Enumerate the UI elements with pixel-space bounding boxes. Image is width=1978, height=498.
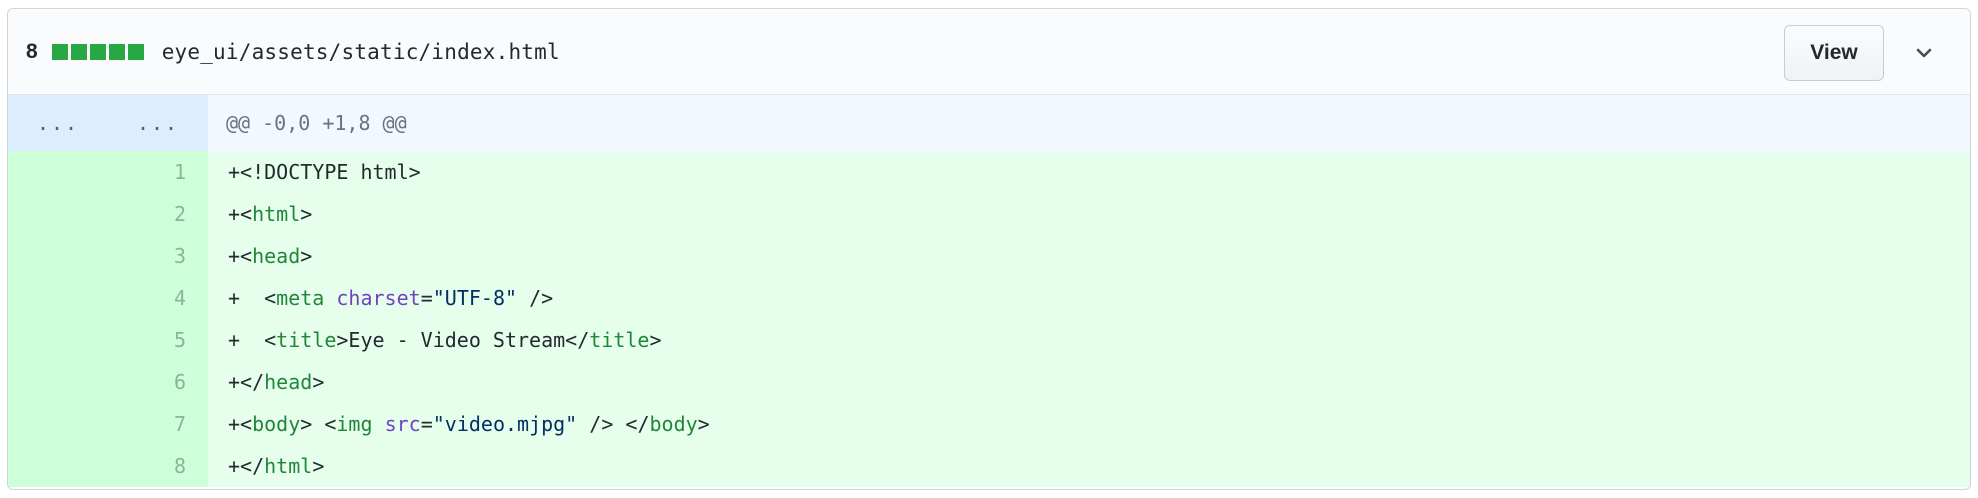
code-token: < <box>240 412 253 436</box>
code-line: + < head > <box>208 235 1970 277</box>
diff-line-row: 8 + </html > <box>8 445 1970 487</box>
code-token: src <box>384 412 421 436</box>
code-token: > <box>312 370 325 394</box>
code-token: < <box>240 244 253 268</box>
code-token: body <box>252 412 301 436</box>
code-line: + <!DOCTYPE html> <box>208 151 1970 193</box>
code-token: <!DOCTYPE html> <box>240 160 421 184</box>
diff-line-row: 2 + < html > <box>8 193 1970 235</box>
diff-table: ... ... @@ -0,0 +1,8 @@ 1 + <!DOCTYPE html… <box>8 95 1970 487</box>
diffstat-block <box>127 43 144 60</box>
diff-marker: + <box>228 160 241 184</box>
code-token: = <box>420 286 433 310</box>
code-token: </ <box>240 370 265 394</box>
new-line-number[interactable]: 7 <box>108 403 208 445</box>
new-line-number[interactable]: 1 <box>108 151 208 193</box>
diff-file: 8 eye_ui/assets/static/index.html View .… <box>7 8 1971 490</box>
code-token: meta <box>276 286 325 310</box>
code-line: + < html > <box>208 193 1970 235</box>
code-token: /> </ <box>577 412 650 436</box>
code-token: < <box>240 328 277 352</box>
new-line-number[interactable]: 8 <box>108 445 208 487</box>
code-token: > <box>312 454 325 478</box>
diffstat-block <box>89 43 106 60</box>
diff-line-row: 4 + < meta charset = "UTF-8" /> <box>8 277 1970 319</box>
old-line-number[interactable] <box>8 235 108 277</box>
old-line-number[interactable] <box>8 361 108 403</box>
file-header: 8 eye_ui/assets/static/index.html View <box>8 9 1970 95</box>
diff-marker: + <box>228 370 241 394</box>
old-line-number[interactable] <box>8 193 108 235</box>
hunk-header-row: ... ... @@ -0,0 +1,8 @@ <box>8 95 1970 151</box>
diffstat-block <box>108 43 125 60</box>
code-token: head <box>252 244 301 268</box>
chevron-down-icon <box>1916 48 1932 58</box>
code-token: title <box>276 328 337 352</box>
new-line-number[interactable]: 6 <box>108 361 208 403</box>
diff-marker: + <box>228 244 241 268</box>
code-token: > <box>649 328 662 352</box>
old-line-number[interactable] <box>8 319 108 361</box>
new-line-number[interactable]: 3 <box>108 235 208 277</box>
old-line-number[interactable] <box>8 403 108 445</box>
code-token: "video.mjpg" <box>432 412 578 436</box>
code-token: html <box>252 202 301 226</box>
expand-down-marker[interactable]: ... <box>108 95 208 151</box>
new-line-number[interactable]: 4 <box>108 277 208 319</box>
code-token: < <box>240 202 253 226</box>
code-token: charset <box>336 286 421 310</box>
diff-line-row: 7 + < body > < img src = "video.mjpg" /> </body… <box>8 403 1970 445</box>
code-token: img <box>336 412 373 436</box>
diff-marker: + <box>228 286 241 310</box>
diffstat-count: 8 <box>26 39 38 63</box>
code-line: + < meta charset = "UTF-8" /> <box>208 277 1970 319</box>
new-line-number[interactable]: 5 <box>108 319 208 361</box>
code-token: > <box>697 412 710 436</box>
code-token: > < <box>300 412 337 436</box>
code-token: < <box>240 286 277 310</box>
diff-line-row: 5 + < title >Eye - Video Stream</title > <box>8 319 1970 361</box>
diff-line-row: 1 + <!DOCTYPE html> <box>8 151 1970 193</box>
view-file-button[interactable]: View <box>1784 25 1884 81</box>
diff-line-row: 3 + < head > <box>8 235 1970 277</box>
old-line-number[interactable] <box>8 445 108 487</box>
code-line: + < title >Eye - Video Stream</title > <box>208 319 1970 361</box>
new-line-number[interactable]: 2 <box>108 193 208 235</box>
code-token: title <box>589 328 650 352</box>
hunk-header: @@ -0,0 +1,8 @@ <box>226 111 407 135</box>
code-token: >Eye - Video Stream</ <box>336 328 590 352</box>
diffstat-block <box>51 43 68 60</box>
expand-up-marker[interactable]: ... <box>8 95 108 151</box>
code-token: "UTF-8" <box>432 286 518 310</box>
code-token: /> <box>517 286 554 310</box>
diff-marker: + <box>228 328 241 352</box>
code-token: html <box>264 454 313 478</box>
diff-marker: + <box>228 202 241 226</box>
diff-marker: + <box>228 412 241 436</box>
code-line: + </head > <box>208 361 1970 403</box>
diff-lines: 1 + <!DOCTYPE html> 2 + < html >3 + < head >4 + < met… <box>8 151 1970 487</box>
code-token: = <box>420 412 433 436</box>
file-path[interactable]: eye_ui/assets/static/index.html <box>162 40 560 64</box>
diff-line-row: 6 + </head > <box>8 361 1970 403</box>
code-line: + </html > <box>208 445 1970 487</box>
code-line: + < body > < img src = "video.mjpg" /> </body > <box>208 403 1970 445</box>
collapse-toggle-button[interactable] <box>1904 33 1944 73</box>
code-token: body <box>649 412 698 436</box>
code-token: </ <box>240 454 265 478</box>
code-token: head <box>264 370 313 394</box>
old-line-number[interactable] <box>8 277 108 319</box>
diffstat-bar <box>51 43 144 60</box>
diffstat-block <box>70 43 87 60</box>
code-token: > <box>300 202 313 226</box>
code-token: > <box>300 244 313 268</box>
diff-marker: + <box>228 454 241 478</box>
old-line-number[interactable] <box>8 151 108 193</box>
